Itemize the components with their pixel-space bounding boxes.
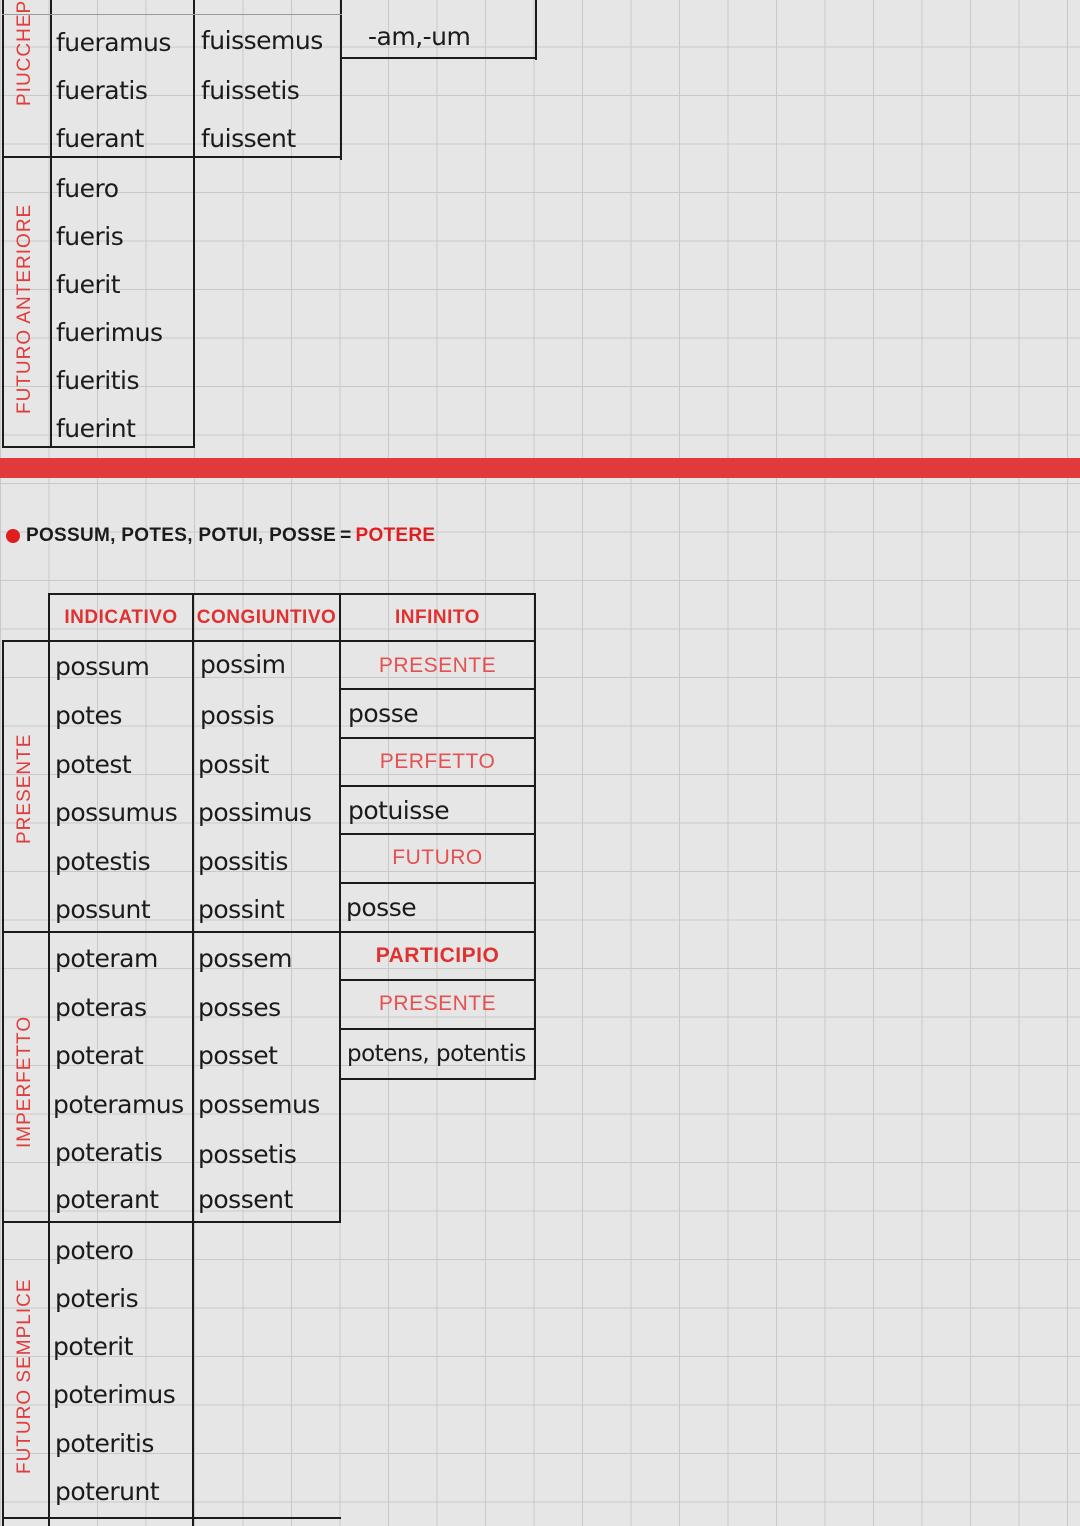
- verb-principal-parts: POSSUM, POTES, POTUI, POSSE: [26, 525, 337, 546]
- imperfect-subjunctive-cell: posses: [198, 992, 281, 1022]
- header-subjunctive: CONGIUNTIVO: [196, 607, 337, 628]
- top-table-line: [2, 14, 342, 15]
- top-table-line: [50, 0, 52, 448]
- future-perfect-side-label: FUTURO ANTERIORE: [14, 203, 35, 414]
- future-side-label: FUTURO SEMPLICE: [14, 1278, 35, 1474]
- future-perfect-cell: fueris: [56, 221, 124, 251]
- pluperfect-side-label: PIUCCHEP: [14, 0, 35, 106]
- infinitive-perfect-label: PERFETTO: [379, 750, 496, 773]
- infinitive-present-label: PRESENTE: [378, 654, 497, 677]
- participle-value: potens, potentis: [347, 1041, 526, 1067]
- present-indicative-cell: possunt: [55, 894, 151, 924]
- participle-present-label: PRESENTE: [378, 992, 497, 1015]
- pluperfect-subjunctive-cell: fuissemus: [201, 25, 323, 55]
- table-line: [534, 593, 536, 1080]
- present-indicative-cell: potest: [55, 749, 132, 779]
- imperfect-indicative-cell: poterat: [55, 1040, 144, 1070]
- present-indicative-cell: possum: [55, 651, 150, 681]
- imperfect-subjunctive-cell: possemus: [198, 1089, 320, 1119]
- table-line: [192, 593, 194, 1526]
- imperfect-side-label: IMPERFETTO: [14, 1015, 35, 1148]
- future-perfect-cell: fueritis: [56, 365, 140, 395]
- future-indicative-cell: potero: [55, 1235, 134, 1265]
- section-divider: [0, 458, 1080, 478]
- imperfect-subjunctive-cell: possent: [198, 1184, 293, 1214]
- infinitive-present-value: posse: [348, 698, 419, 728]
- imperfect-subjunctive-cell: possem: [198, 943, 292, 973]
- equals-sign: =: [340, 525, 352, 546]
- pluperfect-indicative-cell: fueramus: [56, 27, 171, 57]
- top-table-line: [193, 0, 195, 448]
- future-perfect-cell: fuerimus: [56, 317, 163, 347]
- present-indicative-cell: potes: [55, 700, 122, 730]
- infinitive-future-value: posse: [346, 892, 417, 922]
- future-indicative-cell: poterimus: [53, 1379, 176, 1409]
- future-indicative-cell: poteritis: [55, 1428, 154, 1458]
- verb-heading: POSSUM, POTES, POTUI, POSSE = POTERE: [6, 522, 435, 550]
- present-subjunctive-cell: possim: [200, 649, 286, 679]
- future-perfect-cell: fuero: [56, 173, 119, 203]
- imperfect-indicative-cell: poteramus: [53, 1089, 184, 1119]
- future-indicative-cell: poterunt: [55, 1476, 160, 1506]
- pluperfect-subjunctive-cell: fuissent: [201, 123, 296, 153]
- header-indicative: INDICATIVO: [64, 607, 178, 628]
- top-table-line: [340, 0, 342, 160]
- imperfect-subjunctive-cell: posset: [198, 1040, 278, 1070]
- future-perfect-cell: fuerint: [56, 413, 136, 443]
- present-subjunctive-cell: possit: [198, 749, 269, 779]
- table-line: [2, 1517, 341, 1519]
- participle-ending: -am,-um: [368, 21, 471, 51]
- top-table-line: [535, 0, 537, 60]
- pluperfect-indicative-cell: fuerant: [56, 123, 144, 153]
- present-subjunctive-cell: possis: [200, 700, 275, 730]
- imperfect-subjunctive-cell: possetis: [198, 1139, 297, 1169]
- infinitive-perfect-value: potuisse: [348, 795, 450, 825]
- table-line: [48, 593, 536, 595]
- verb-meaning: POTERE: [355, 525, 436, 546]
- imperfect-indicative-cell: poteram: [55, 943, 158, 973]
- infinitive-future-label: FUTURO: [392, 846, 483, 869]
- future-indicative-cell: poteris: [55, 1283, 139, 1313]
- header-infinitive: INFINITO: [395, 607, 480, 628]
- present-subjunctive-cell: possint: [198, 894, 285, 924]
- present-side-label: PRESENTE: [14, 733, 35, 844]
- participle-label: PARTICIPIO: [375, 944, 500, 967]
- imperfect-indicative-cell: poteras: [55, 992, 147, 1022]
- imperfect-indicative-cell: poteratis: [55, 1137, 163, 1167]
- present-subjunctive-cell: possitis: [198, 846, 288, 876]
- present-subjunctive-cell: possimus: [198, 797, 312, 827]
- pluperfect-subjunctive-cell: fuissetis: [201, 75, 300, 105]
- table-line: [2, 640, 4, 1526]
- future-indicative-cell: poterit: [53, 1331, 133, 1361]
- future-perfect-cell: fuerit: [56, 269, 121, 299]
- pluperfect-indicative-cell: fueratis: [56, 75, 148, 105]
- present-indicative-cell: potestis: [55, 846, 151, 876]
- imperfect-indicative-cell: poterant: [55, 1184, 159, 1214]
- present-indicative-cell: possumus: [55, 797, 178, 827]
- table-line: [48, 593, 50, 1526]
- table-line: [339, 1078, 536, 1080]
- bullet-dot: [6, 529, 20, 543]
- top-table-line: [2, 0, 4, 448]
